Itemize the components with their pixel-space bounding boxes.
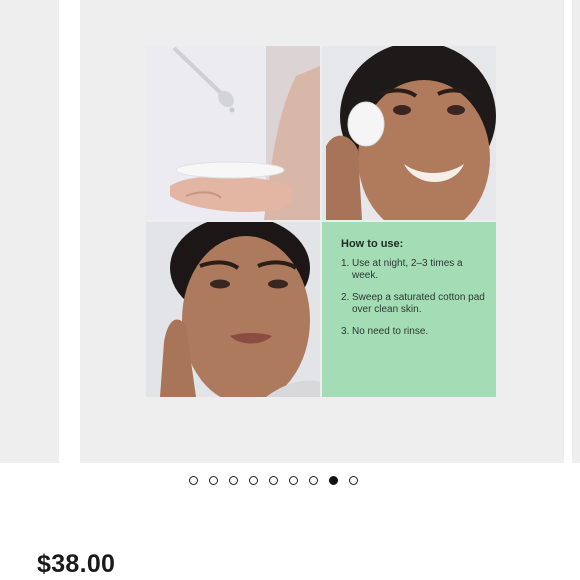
next-slide-peek[interactable] — [572, 0, 580, 463]
how-to-step: 3. No need to rinse. — [341, 326, 486, 338]
carousel-dot[interactable] — [269, 476, 278, 485]
step-text: Sweep a saturated cotton pad over clean … — [352, 292, 485, 315]
how-to-use-panel: How to use: 1. Use at night, 2–3 times a… — [322, 222, 496, 397]
step-number: 3. — [341, 326, 350, 337]
woman-touching-face-photo — [146, 222, 320, 397]
product-price: $38.00 — [37, 550, 116, 578]
how-to-step: 2. Sweep a saturated cotton pad over cle… — [341, 292, 486, 316]
previous-slide-peek[interactable] — [0, 0, 59, 463]
carousel-dot[interactable] — [189, 476, 198, 485]
carousel-dot[interactable] — [229, 476, 238, 485]
woman-cotton-pad-photo — [322, 46, 496, 220]
carousel-dot[interactable] — [289, 476, 298, 485]
carousel-pagination — [189, 476, 358, 485]
step-number: 2. — [341, 292, 350, 303]
carousel-dot[interactable] — [249, 476, 258, 485]
image-carousel[interactable]: How to use: 1. Use at night, 2–3 times a… — [0, 0, 580, 465]
step-text: Use at night, 2–3 times a week. — [352, 258, 463, 281]
how-to-use-title: How to use: — [341, 238, 404, 250]
carousel-dot[interactable] — [209, 476, 218, 485]
carousel-dot[interactable] — [309, 476, 318, 485]
step-number: 1. — [341, 258, 350, 269]
how-to-step: 1. Use at night, 2–3 times a week. — [341, 258, 486, 282]
carousel-dot-active[interactable] — [329, 476, 338, 485]
dropper-cotton-pad-photo — [146, 46, 320, 220]
step-text: No need to rinse. — [352, 326, 429, 337]
carousel-dot[interactable] — [349, 476, 358, 485]
product-image-grid: How to use: 1. Use at night, 2–3 times a… — [146, 46, 496, 397]
